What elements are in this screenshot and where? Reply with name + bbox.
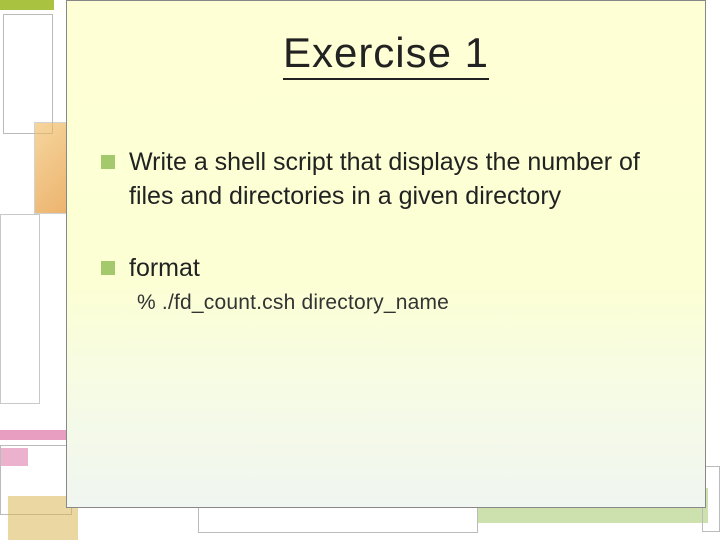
bullet-item: format: [101, 252, 685, 286]
slide-title: Exercise 1: [283, 29, 489, 80]
sub-bullet-text: % ./fd_count.csh directory_name: [137, 291, 685, 315]
bullet-text: format: [129, 252, 685, 286]
title-area: Exercise 1: [67, 29, 705, 80]
deco-tan-box: [3, 14, 53, 134]
deco-pink-bar: [0, 430, 68, 440]
deco-green-top: [0, 0, 54, 10]
bullet-text: Write a shell script that displays the n…: [129, 146, 685, 214]
slide-card: Exercise 1 Write a shell script that dis…: [66, 0, 706, 508]
deco-left-outline: [0, 214, 40, 404]
body-area: Write a shell script that displays the n…: [101, 146, 685, 315]
square-bullet-icon: [101, 261, 115, 275]
square-bullet-icon: [101, 155, 115, 169]
bullet-item: Write a shell script that displays the n…: [101, 146, 685, 214]
